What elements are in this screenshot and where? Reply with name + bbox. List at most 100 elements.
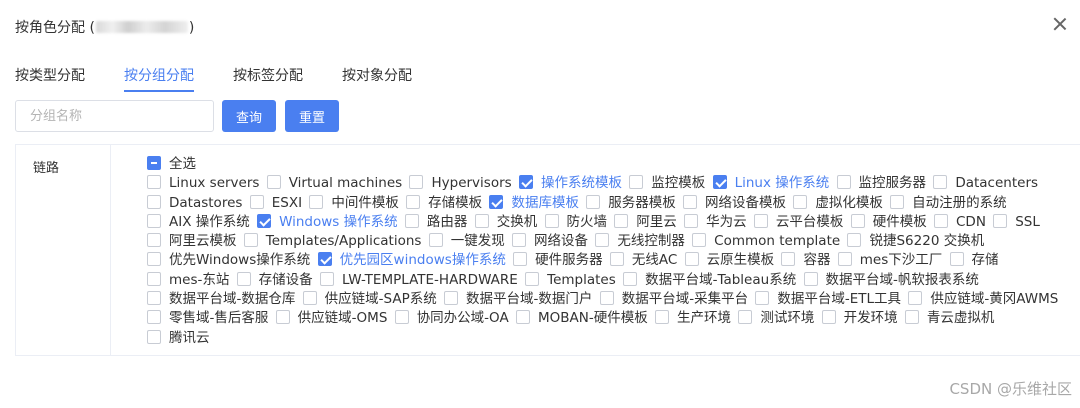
checkbox-icon[interactable] bbox=[394, 310, 409, 325]
checkbox-icon[interactable] bbox=[934, 213, 948, 228]
checkbox-icon[interactable] bbox=[404, 213, 419, 228]
group-checkbox[interactable]: 网络设备模板 bbox=[683, 194, 786, 213]
group-checkbox[interactable]: 数据库模板 bbox=[489, 194, 579, 213]
checkbox-icon[interactable] bbox=[147, 175, 161, 190]
group-checkbox[interactable]: 中间件模板 bbox=[309, 194, 399, 213]
checkbox-icon[interactable] bbox=[147, 233, 161, 248]
checkbox-icon[interactable] bbox=[515, 310, 530, 325]
checkbox-icon[interactable] bbox=[428, 233, 443, 248]
group-checkbox[interactable]: 供应链域-黄冈AWMS bbox=[908, 290, 1058, 309]
group-checkbox[interactable]: 数据平台域-采集平台 bbox=[599, 290, 748, 309]
checkbox-icon[interactable] bbox=[684, 213, 699, 228]
group-checkbox[interactable]: Datacenters bbox=[933, 174, 1038, 193]
group-checkbox[interactable]: SSL bbox=[993, 213, 1040, 232]
checkbox-icon[interactable] bbox=[837, 252, 852, 267]
group-checkbox[interactable]: Linux 操作系统 bbox=[712, 174, 829, 193]
group-checkbox[interactable]: 数据平台域-帆软报表系统 bbox=[803, 271, 979, 290]
checkbox-icon[interactable] bbox=[474, 213, 489, 228]
checkbox-icon[interactable] bbox=[599, 291, 614, 306]
checkbox-icon[interactable] bbox=[793, 194, 808, 209]
group-checkbox[interactable]: Windows 操作系统 bbox=[257, 213, 398, 232]
group-checkbox[interactable]: 测试环境 bbox=[738, 309, 814, 328]
group-checkbox[interactable]: 云原生模板 bbox=[684, 251, 774, 270]
reset-button[interactable]: 重置 bbox=[285, 100, 339, 132]
checkbox-icon[interactable] bbox=[147, 271, 161, 286]
group-checkbox[interactable]: 锐捷S6220 交换机 bbox=[847, 232, 984, 251]
group-checkbox[interactable]: 交换机 bbox=[474, 213, 537, 232]
group-checkbox[interactable]: 自动注册的系统 bbox=[890, 194, 1007, 213]
group-checkbox[interactable]: 青云虚拟机 bbox=[904, 309, 994, 328]
group-checkbox[interactable]: CDN bbox=[934, 213, 986, 232]
checked-checkbox-icon[interactable] bbox=[489, 194, 504, 209]
group-checkbox[interactable]: Virtual machines bbox=[266, 174, 402, 193]
checkbox-icon[interactable] bbox=[147, 291, 161, 306]
group-checkbox[interactable]: 防火墙 bbox=[544, 213, 607, 232]
group-checkbox[interactable]: 供应链域-OMS bbox=[275, 309, 387, 328]
close-icon[interactable] bbox=[1050, 14, 1070, 34]
checkbox-icon[interactable] bbox=[236, 271, 251, 286]
checkbox-icon[interactable] bbox=[147, 194, 161, 209]
checkbox-icon[interactable] bbox=[836, 175, 851, 190]
checkbox-icon[interactable] bbox=[595, 233, 610, 248]
group-checkbox[interactable]: Linux servers bbox=[147, 174, 259, 193]
tab-by-group[interactable]: 按分组分配 bbox=[124, 60, 194, 92]
checkbox-icon[interactable] bbox=[623, 271, 638, 286]
group-checkbox[interactable]: 优先园区windows操作系统 bbox=[317, 251, 506, 270]
checkbox-icon[interactable] bbox=[904, 310, 919, 325]
checkbox-icon[interactable] bbox=[249, 194, 264, 209]
checkbox-icon[interactable] bbox=[544, 213, 559, 228]
group-checkbox[interactable]: 监控模板 bbox=[629, 174, 705, 193]
group-checkbox[interactable]: mes-东站 bbox=[147, 271, 229, 290]
group-checkbox[interactable]: 虚拟化模板 bbox=[793, 194, 883, 213]
checkbox-icon[interactable] bbox=[409, 175, 424, 190]
group-checkbox[interactable]: LW-TEMPLATE-HARDWARE bbox=[319, 271, 518, 290]
group-checkbox[interactable]: 优先Windows操作系统 bbox=[147, 251, 310, 270]
checkbox-icon[interactable] bbox=[319, 271, 334, 286]
checkbox-icon[interactable] bbox=[908, 291, 923, 306]
checkbox-icon[interactable] bbox=[753, 213, 768, 228]
group-checkbox[interactable]: Templates/Applications bbox=[243, 232, 421, 251]
checkbox-icon[interactable] bbox=[147, 329, 161, 344]
group-checkbox[interactable]: 供应链域-SAP系统 bbox=[302, 290, 437, 309]
group-checkbox[interactable]: Hypervisors bbox=[409, 174, 512, 193]
group-checkbox[interactable]: 阿里云模板 bbox=[147, 232, 237, 251]
group-checkbox[interactable]: 数据平台域-数据门户 bbox=[444, 290, 592, 309]
checkbox-icon[interactable] bbox=[147, 252, 161, 267]
group-checkbox[interactable]: Datastores bbox=[147, 194, 242, 213]
group-checkbox[interactable]: 监控服务器 bbox=[836, 174, 926, 193]
group-checkbox[interactable]: 硬件服务器 bbox=[513, 251, 603, 270]
group-checkbox[interactable]: 无线AC bbox=[609, 251, 677, 270]
checkbox-icon[interactable] bbox=[629, 175, 644, 190]
group-checkbox[interactable]: 数据平台域-ETL工具 bbox=[755, 290, 901, 309]
group-name-search-input[interactable] bbox=[15, 100, 214, 132]
checkbox-icon[interactable] bbox=[614, 213, 629, 228]
group-checkbox[interactable]: 存储设备 bbox=[236, 271, 313, 290]
checkbox-icon[interactable] bbox=[692, 233, 707, 248]
group-checkbox[interactable]: 存储模板 bbox=[406, 194, 482, 213]
checkbox-icon[interactable] bbox=[609, 252, 624, 267]
tab-by-type[interactable]: 按类型分配 bbox=[15, 60, 85, 92]
group-checkbox[interactable]: 硬件模板 bbox=[850, 213, 927, 232]
checkbox-icon[interactable] bbox=[302, 291, 317, 306]
checkbox-icon[interactable] bbox=[655, 310, 670, 325]
group-checkbox[interactable]: 数据平台域-数据仓库 bbox=[147, 290, 295, 309]
checkbox-icon[interactable] bbox=[586, 194, 601, 209]
indeterminate-checkbox-icon[interactable] bbox=[147, 156, 161, 170]
checkbox-icon[interactable] bbox=[275, 310, 290, 325]
group-checkbox[interactable]: 数据平台域-Tableau系统 bbox=[623, 271, 796, 290]
tab-by-object[interactable]: 按对象分配 bbox=[342, 60, 412, 92]
checkbox-icon[interactable] bbox=[684, 252, 699, 267]
checked-checkbox-icon[interactable] bbox=[257, 213, 272, 228]
group-checkbox[interactable]: mes下沙工厂 bbox=[837, 251, 942, 270]
group-checkbox[interactable]: MOBAN-硬件模板 bbox=[515, 309, 648, 328]
group-checkbox[interactable]: 零售域-售后客服 bbox=[147, 309, 268, 328]
group-checkbox[interactable]: 操作系统模板 bbox=[518, 174, 622, 193]
checkbox-icon[interactable] bbox=[781, 252, 796, 267]
group-checkbox[interactable]: 华为云 bbox=[684, 213, 747, 232]
checkbox-icon[interactable] bbox=[933, 175, 948, 190]
checkbox-icon[interactable] bbox=[309, 194, 324, 209]
group-checkbox[interactable]: 网络设备 bbox=[512, 232, 588, 251]
checkbox-icon[interactable] bbox=[890, 194, 905, 209]
group-checkbox[interactable]: AIX 操作系统 bbox=[147, 213, 250, 232]
group-checkbox[interactable]: Common template bbox=[692, 232, 840, 251]
